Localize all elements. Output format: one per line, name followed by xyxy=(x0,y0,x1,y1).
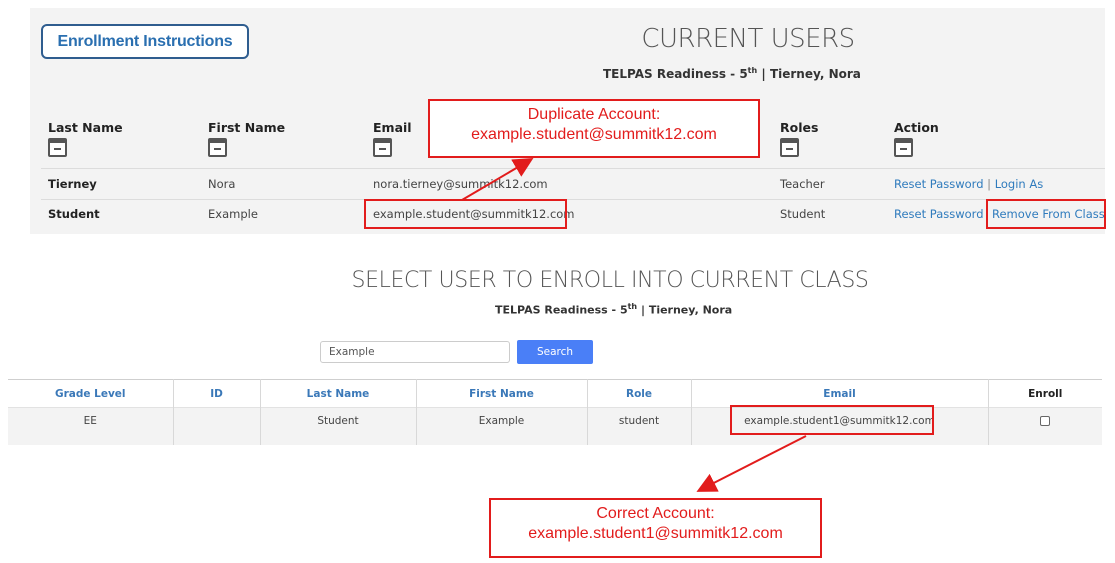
duplicate-arrow xyxy=(461,157,534,201)
correct-arrow xyxy=(696,435,807,492)
annotation-arrows xyxy=(461,157,807,492)
